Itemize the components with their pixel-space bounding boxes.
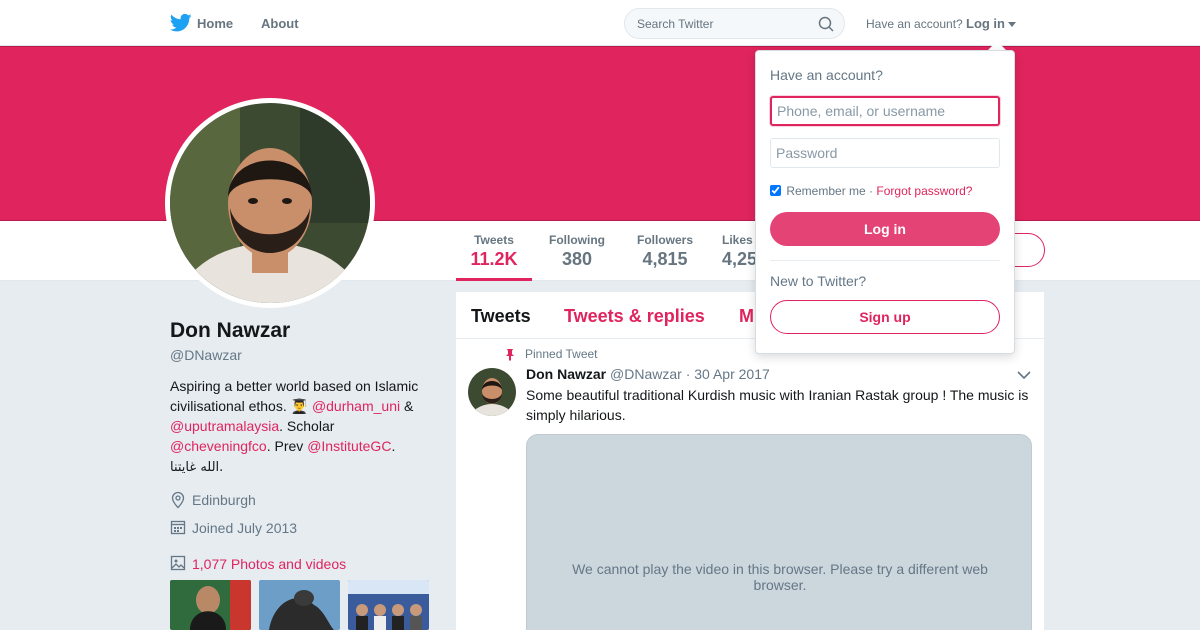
bio-text-2: &: [400, 398, 414, 414]
stat-followers-label: Followers: [636, 233, 693, 247]
search-input[interactable]: [637, 15, 817, 33]
password-field[interactable]: [770, 138, 1000, 168]
signup-button[interactable]: Sign up: [770, 300, 1000, 334]
bio-text-5: .: [391, 438, 396, 454]
avatar-photo: [170, 103, 370, 303]
tweet-text: Some beautiful traditional Kurdish music…: [526, 387, 1029, 423]
tab-tweets-and-replies[interactable]: Tweets & replies: [564, 306, 705, 327]
login-dropdown: Have an account? Remember me · Forgot pa…: [755, 50, 1015, 354]
dropdown-caret: [988, 41, 1006, 50]
remember-me-label[interactable]: Remember me: [786, 184, 865, 198]
photos-videos-text[interactable]: 1,077 Photos and videos: [192, 556, 346, 572]
search-icon[interactable]: [818, 16, 834, 32]
location-pin-icon: [171, 491, 185, 509]
bio-mention-uputra[interactable]: @uputramalaysia: [170, 418, 279, 434]
media-thumbnail[interactable]: [348, 580, 429, 630]
media-thumbnail[interactable]: [170, 580, 251, 630]
bio-mention-institute[interactable]: @InstituteGC: [307, 438, 391, 454]
username-field[interactable]: [770, 96, 1000, 126]
twitter-bird-icon[interactable]: [170, 13, 192, 33]
bio-text-4: . Prev: [266, 438, 308, 454]
remember-me-checkbox[interactable]: [770, 185, 781, 196]
stat-following-value: 380: [561, 249, 593, 269]
remember-me-row: Remember me · Forgot password?: [770, 184, 972, 198]
profile-handle[interactable]: @DNawzar: [170, 347, 242, 363]
bio-arabic-text: .الله غايتنا: [170, 460, 224, 475]
video-player[interactable]: We cannot play the video in this browser…: [526, 434, 1032, 630]
bio-text-3: . Scholar: [279, 418, 335, 434]
bio-mention-chevening[interactable]: @cheveningfco: [170, 438, 267, 454]
tab-tweets[interactable]: Tweets: [471, 306, 531, 327]
media-thumbnail[interactable]: [259, 580, 340, 630]
stat-following-label: Following: [549, 233, 605, 247]
tweet-header: Don Nawzar @DNawzar · 30 Apr 2017: [526, 366, 770, 382]
profile-name[interactable]: Don Nawzar: [170, 319, 290, 343]
stat-followers[interactable]: Followers 4,815: [632, 233, 698, 270]
stat-following[interactable]: Following 380: [543, 233, 611, 270]
tweet-separator: ·: [685, 366, 691, 382]
remember-separator: ·: [869, 184, 874, 198]
dropdown-divider: [770, 260, 1000, 261]
login-button[interactable]: Log in: [770, 212, 1000, 246]
calendar-icon: [170, 520, 186, 535]
login-toggle-label: Log in: [966, 16, 1005, 31]
location-text: Edinburgh: [192, 492, 256, 508]
tab-media[interactable]: M: [739, 306, 754, 327]
tweet-author-name[interactable]: Don Nawzar: [526, 366, 606, 382]
tweet-author-avatar[interactable]: [468, 368, 516, 416]
stat-followers-value: 4,815: [642, 249, 688, 269]
new-to-twitter-text: New to Twitter?: [770, 273, 867, 289]
joined-text: Joined July 2013: [192, 520, 298, 536]
dropdown-title: Have an account?: [770, 67, 883, 83]
video-error-message: We cannot play the video in this browser…: [572, 561, 988, 593]
login-dropdown-toggle[interactable]: Log in: [966, 16, 1016, 31]
stat-tweets-label: Tweets: [474, 233, 514, 247]
search-box: [624, 8, 845, 39]
have-account-text: Have an account?: [866, 17, 963, 31]
profile-bio: Aspiring a better world based on Islamic…: [170, 376, 432, 478]
nav-home-link[interactable]: Home: [197, 16, 233, 31]
tweet-timestamp[interactable]: 30 Apr 2017: [694, 366, 770, 382]
profile-avatar[interactable]: [165, 98, 375, 308]
chevron-down-icon[interactable]: [1017, 370, 1031, 380]
stat-tweets-value: 11.2K: [470, 249, 518, 269]
pin-icon: [506, 349, 514, 361]
caret-down-icon: [1008, 22, 1016, 28]
nav-about-link[interactable]: About: [261, 16, 299, 31]
bio-mention-durham[interactable]: @durham_uni: [312, 398, 400, 414]
tweet-author-handle[interactable]: @DNawzar: [610, 366, 682, 382]
top-navigation: Home About Have an account? Log in: [0, 0, 1200, 46]
pinned-tweet-text: Pinned Tweet: [525, 347, 598, 361]
stat-tweets[interactable]: Tweets 11.2K: [456, 233, 532, 281]
forgot-password-link[interactable]: Forgot password?: [876, 184, 972, 198]
media-thumbnails: [170, 580, 430, 630]
photo-icon: [170, 555, 186, 571]
